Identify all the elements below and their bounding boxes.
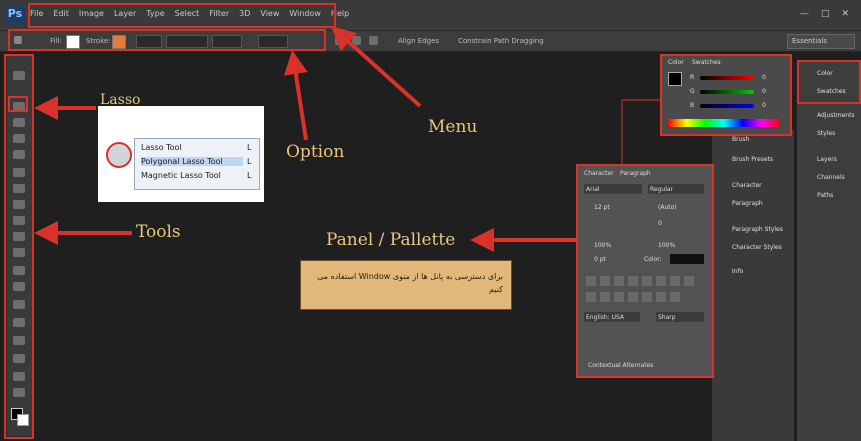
color-swatches-highlight (797, 60, 861, 104)
note-text: برای دسترسی به پانل ها از منوی Window اس… (317, 272, 503, 294)
dock-brush[interactable]: Brush (732, 136, 749, 143)
color-panel-highlight (660, 54, 792, 136)
dock-layers[interactable]: Layers (817, 156, 837, 163)
dock-info[interactable]: Info (732, 268, 743, 275)
menu-arrow (331, 25, 422, 108)
dock-adjustments[interactable]: Adjustments (817, 112, 855, 119)
dock-paths[interactable]: Paths (817, 192, 833, 199)
panel-dock-right: Color Swatches Adjustments Styles Layers… (797, 60, 861, 441)
option-arrow (283, 50, 308, 141)
dock-brush-presets[interactable]: Brush Presets (732, 156, 773, 163)
dock-paragraph-styles[interactable]: Paragraph Styles (732, 226, 783, 233)
character-panel-highlight (576, 164, 714, 378)
dock-paragraph[interactable]: Paragraph (732, 200, 763, 207)
photoshop-screenshot: Ps File Edit Image Layer Type Select Fil… (0, 0, 861, 441)
dock-channels[interactable]: Channels (817, 174, 845, 181)
note-box: برای دسترسی به پانل ها از منوی Window اس… (300, 260, 512, 310)
dock-character-styles[interactable]: Character Styles (732, 244, 782, 251)
dock-styles[interactable]: Styles (817, 130, 835, 137)
dock-character[interactable]: Character (732, 182, 762, 189)
panel-dock-middle: Brush Brush Presets Character Paragraph … (712, 130, 794, 441)
